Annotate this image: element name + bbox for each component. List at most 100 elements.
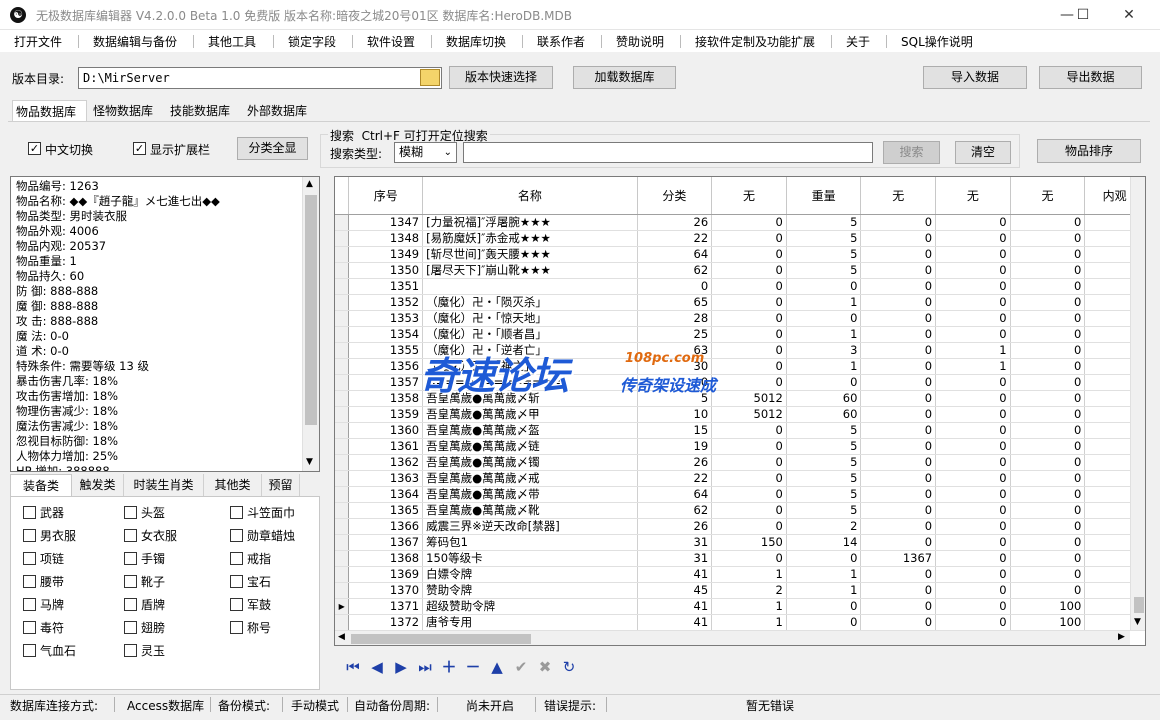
table-cell[interactable]: 22	[637, 230, 713, 247]
prev-record-icon[interactable]: ◀	[368, 658, 386, 676]
table-cell[interactable]: 41	[637, 614, 713, 631]
table-cell[interactable]: 0	[1010, 230, 1086, 247]
table-cell[interactable]: 0	[1010, 550, 1086, 567]
load-db-button[interactable]: 加载数据库	[573, 66, 676, 89]
table-cell[interactable]: 1361	[348, 438, 424, 455]
category-checkbox[interactable]: 马牌	[23, 596, 103, 613]
table-cell[interactable]: 1348	[348, 230, 424, 247]
table-cell[interactable]: 1359	[348, 406, 424, 423]
table-cell[interactable]: [易筋魔妖]″赤金戒★★★	[422, 230, 638, 247]
row-indicator[interactable]	[335, 518, 350, 535]
table-row[interactable]: 1366威震三界※逆天改命[禁器]26020001	[335, 518, 1145, 535]
category-checkbox[interactable]: 灵玉	[124, 642, 204, 659]
table-cell[interactable]: 0	[1010, 310, 1086, 327]
table-cell[interactable]: 0	[711, 214, 787, 231]
table-cell[interactable]: 0	[1010, 390, 1086, 407]
table-row[interactable]: 1369 白嫖令牌 41 1 1 0 0 0	[335, 566, 1145, 583]
table-cell[interactable]: 5	[786, 262, 862, 279]
row-indicator[interactable]	[335, 214, 350, 231]
column-header[interactable]: 序号	[348, 177, 424, 215]
table-cell[interactable]: 60	[786, 390, 862, 407]
row-indicator[interactable]	[335, 358, 350, 375]
category-checkbox[interactable]: 斗笠面巾	[230, 504, 310, 521]
scroll-up-icon[interactable]: ▲	[306, 179, 313, 189]
table-cell[interactable]: 0	[935, 310, 1011, 327]
table-cell[interactable]: 0	[786, 374, 862, 391]
row-indicator[interactable]	[335, 614, 350, 631]
table-cell[interactable]: 0	[935, 422, 1011, 439]
table-cell[interactable]: 0	[860, 598, 937, 615]
table-cell[interactable]: 0	[786, 278, 862, 295]
table-cell[interactable]: 45	[637, 582, 713, 599]
menu-item[interactable]: 锁定字段	[288, 33, 336, 50]
category-checkbox[interactable]: 项链	[23, 550, 103, 567]
table-cell[interactable]: 0	[1010, 214, 1086, 231]
table-cell[interactable]: 0	[935, 214, 1011, 231]
table-cell[interactable]: 白嫖令牌	[422, 566, 638, 583]
table-cell[interactable]: 1	[711, 614, 787, 631]
table-cell[interactable]: 0	[1010, 342, 1086, 359]
table-cell[interactable]: 41	[637, 598, 713, 615]
grid-hscrollbar[interactable]: ◀ ▶	[335, 630, 1130, 645]
scroll-down-icon[interactable]: ▼	[1134, 617, 1141, 627]
table-cell[interactable]: 0	[860, 246, 937, 263]
table-cell[interactable]: 0	[1010, 454, 1086, 471]
table-cell[interactable]: 1371	[348, 598, 424, 615]
menu-item[interactable]: 数据库切换	[446, 33, 506, 50]
table-cell[interactable]: 1362	[348, 454, 424, 471]
table-cell[interactable]: 0	[711, 246, 787, 263]
row-indicator[interactable]	[335, 342, 350, 359]
search-input[interactable]	[463, 142, 873, 163]
table-cell[interactable]: 64	[637, 486, 713, 503]
table-cell[interactable]: 5	[786, 438, 862, 455]
row-indicator[interactable]	[335, 294, 350, 311]
column-header[interactable]: 重量	[786, 177, 862, 215]
table-cell[interactable]: [力量祝福]″浮屠腕★★★	[422, 214, 638, 231]
table-cell[interactable]: 0	[935, 582, 1011, 599]
table-row[interactable]: 1353（魔化）卍・「惊天地」28000004	[335, 310, 1145, 327]
table-cell[interactable]: 14	[786, 534, 862, 551]
table-cell[interactable]: 0	[860, 374, 937, 391]
category-checkbox[interactable]: 女衣服	[124, 527, 204, 544]
table-cell[interactable]: 1368	[348, 550, 424, 567]
tab-monsters[interactable]: 怪物数据库	[90, 100, 156, 122]
table-cell[interactable]: 1364	[348, 486, 424, 503]
last-record-icon[interactable]: ⏭	[416, 658, 434, 676]
table-cell[interactable]: 26	[637, 214, 713, 231]
checkbox-box[interactable]	[230, 529, 243, 542]
scroll-thumb[interactable]	[305, 195, 317, 425]
menu-item[interactable]: SQL操作说明	[901, 33, 973, 50]
table-cell[interactable]: 吾皇萬歲●萬萬歲〆甲	[422, 406, 638, 423]
checkbox-box[interactable]	[230, 552, 243, 565]
table-cell[interactable]: 0	[711, 550, 787, 567]
table-cell[interactable]: 0	[1010, 422, 1086, 439]
table-cell[interactable]: 0	[935, 518, 1011, 535]
table-cell[interactable]: 0	[860, 582, 937, 599]
menu-item[interactable]: 关于	[846, 33, 870, 50]
table-cell[interactable]: 0	[935, 566, 1011, 583]
table-cell[interactable]: [屠尽天下]″崩山靴★★★	[422, 262, 638, 279]
table-row[interactable]: 1363吾皇萬歲●萬萬歲〆戒22050002	[335, 470, 1145, 487]
checkbox-box[interactable]	[124, 621, 137, 634]
table-cell[interactable]: 1	[786, 566, 862, 583]
menu-item[interactable]: 其他工具	[208, 33, 256, 50]
category-checkbox[interactable]: 勋章蜡烛	[230, 527, 310, 544]
table-cell[interactable]: 0	[860, 262, 937, 279]
table-cell[interactable]: （魔化）卍・「陨灭杀」	[422, 294, 638, 311]
table-cell[interactable]: 0	[935, 598, 1011, 615]
table-cell[interactable]: 1363	[348, 470, 424, 487]
row-indicator[interactable]	[335, 438, 350, 455]
table-cell[interactable]: 0	[1010, 438, 1086, 455]
table-cell[interactable]: 64	[637, 246, 713, 263]
table-cell[interactable]: 5012	[711, 406, 787, 423]
show-all-button[interactable]: 分类全显	[237, 137, 308, 160]
table-cell[interactable]: 超级赞助令牌	[422, 598, 638, 615]
scroll-down-icon[interactable]: ▼	[306, 457, 313, 467]
table-cell[interactable]: 0	[637, 278, 713, 295]
row-indicator[interactable]	[335, 406, 350, 423]
grid-vscrollbar[interactable]: ▼	[1130, 177, 1145, 630]
table-cell[interactable]: 1	[786, 358, 862, 375]
row-indicator[interactable]	[335, 454, 350, 471]
table-row[interactable]: 1370 赞助令牌 45 2 1 0 0 0	[335, 582, 1145, 599]
table-cell[interactable]: 0	[711, 230, 787, 247]
